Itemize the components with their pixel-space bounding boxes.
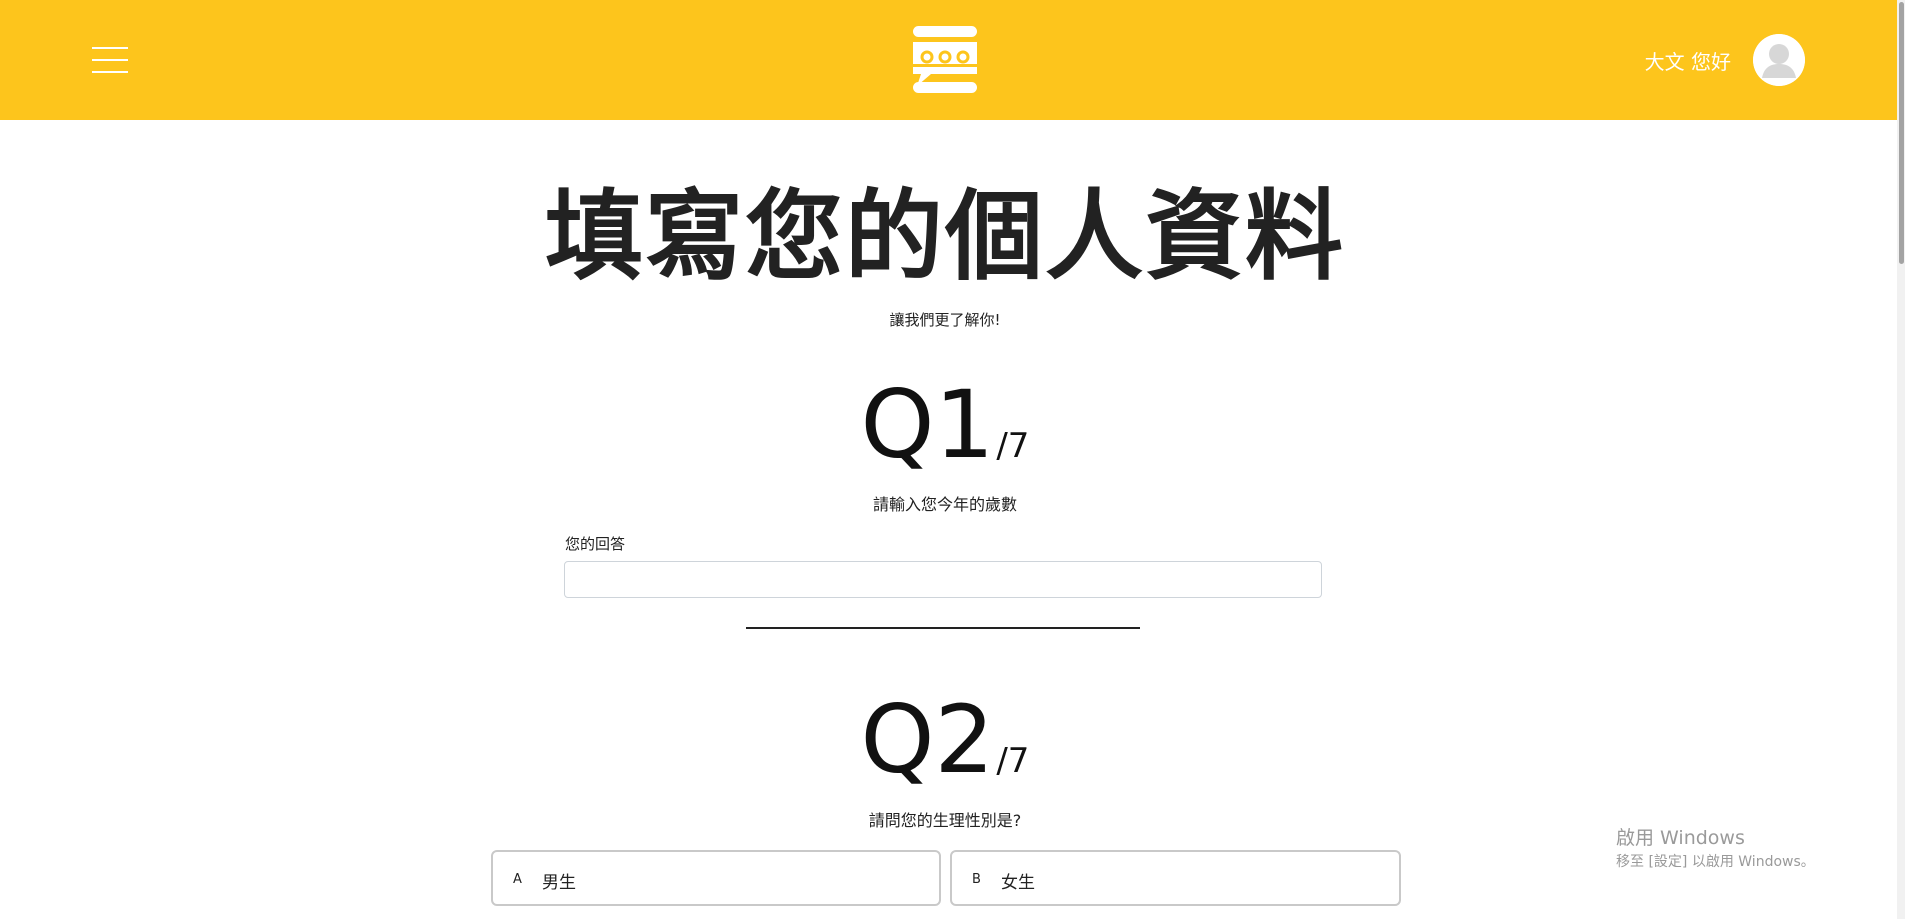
question-2-number: Q2/7: [0, 691, 1890, 791]
hamburger-menu-icon[interactable]: [92, 47, 128, 73]
user-greeting: 大文 您好: [1644, 50, 1731, 74]
option-male-button[interactable]: A 男生: [491, 850, 941, 906]
top-header: 大文 您好: [0, 0, 1897, 120]
option-letter: B: [972, 872, 981, 887]
question-2-prompt: 請問您的生理性別是?: [868, 811, 1022, 830]
scrollbar-thumb[interactable]: [1899, 2, 1904, 264]
option-female-button[interactable]: B 女生: [950, 850, 1401, 906]
page-subtitle: 讓我們更了解你!: [889, 311, 1001, 329]
page-title: 填寫您的個人資料: [544, 180, 1345, 294]
question-1-label: Q1: [860, 371, 995, 480]
question-2-label: Q2: [860, 686, 995, 795]
chat-bubble-logo-icon[interactable]: [911, 24, 979, 96]
user-avatar-icon[interactable]: [1753, 34, 1805, 86]
age-answer-input[interactable]: [564, 561, 1322, 598]
question-1-prompt: 請輸入您今年的歲數: [872, 495, 1017, 514]
watermark-title: 啟用 Windows: [1616, 827, 1745, 849]
question-1-number: Q1/7: [0, 376, 1890, 476]
option-text: 男生: [542, 873, 576, 893]
question-2-total: /7: [996, 741, 1030, 781]
option-text: 女生: [1001, 873, 1035, 893]
question-1-total: /7: [996, 426, 1030, 466]
option-letter: A: [513, 872, 522, 887]
watermark-subtitle: 移至 [設定] 以啟用 Windows。: [1616, 854, 1815, 870]
windows-activation-watermark: 啟用 Windows 移至 [設定] 以啟用 Windows。: [1616, 823, 1815, 871]
answer-label: 您的回答: [565, 535, 626, 553]
question-divider: [746, 627, 1140, 629]
